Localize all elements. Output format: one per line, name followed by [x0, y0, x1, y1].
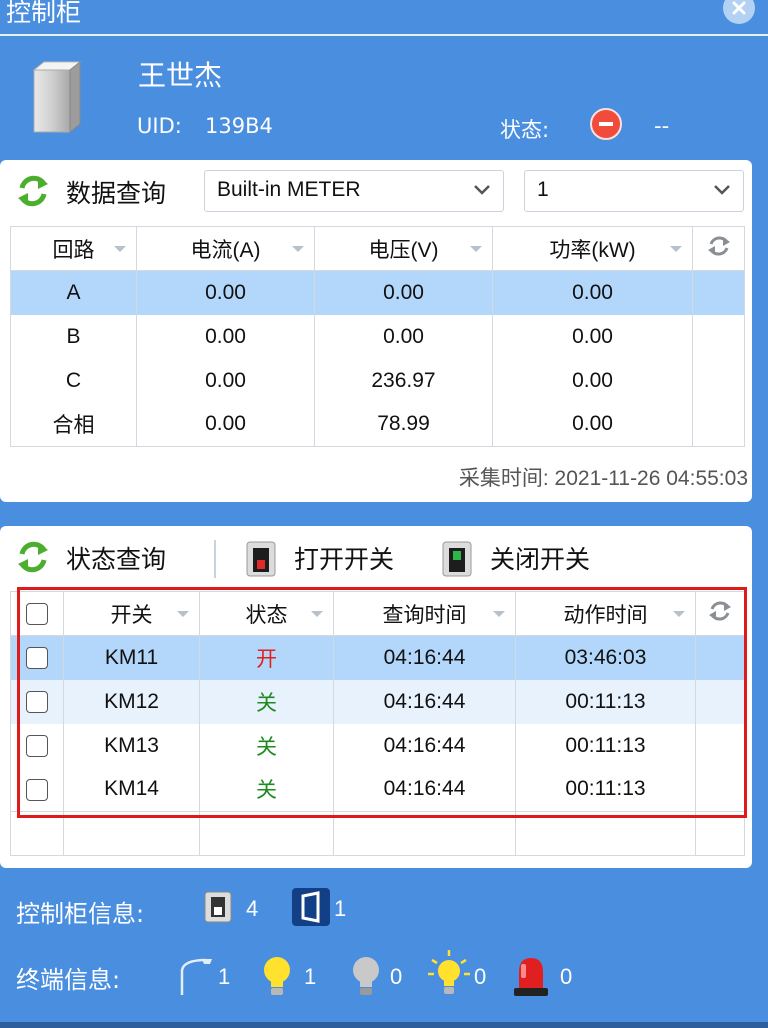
empty-row	[10, 811, 745, 856]
lamp-bright-icon	[428, 950, 470, 994]
door-count: 1	[334, 896, 347, 921]
toolbar-divider	[214, 540, 216, 578]
column-header[interactable]: 状态	[199, 591, 334, 636]
row-checkbox[interactable]	[26, 690, 48, 713]
table-refresh-button[interactable]	[692, 226, 745, 271]
row-checkbox[interactable]	[26, 778, 48, 801]
switch-state: 关	[199, 767, 334, 812]
select-all-checkbox[interactable]	[10, 591, 64, 636]
open-switch-label: 打开开关	[294, 545, 395, 574]
window-title: 控制柜	[6, 0, 82, 27]
column-header[interactable]: 电流(A)	[136, 226, 315, 271]
lamp-off-icon	[353, 957, 379, 995]
lamp-on-icon	[264, 957, 290, 995]
table-row[interactable]: KM13 关 04:16:44 00:11:13	[10, 723, 745, 768]
row-checkbox[interactable]	[26, 647, 48, 670]
table-refresh-button[interactable]	[695, 591, 745, 636]
meter-index-value: 1	[537, 178, 549, 201]
lamp-off-count: 0	[390, 964, 403, 989]
terminal-info-label: 终端信息:	[16, 966, 121, 994]
switch-state: 关	[199, 679, 334, 724]
status-label: 状态:	[500, 118, 550, 142]
table-row[interactable]: 合相 0.00 78.99 0.00	[10, 402, 745, 447]
switch-status-table: 开关 状态 查询时间 动作时间 KM11 开 04:16:44 03:46:03…	[10, 591, 745, 856]
title-bar: 控制柜	[0, 0, 768, 36]
lamp-on-count: 1	[304, 964, 317, 989]
refresh-icon	[709, 601, 731, 620]
column-header[interactable]: 开关	[63, 591, 200, 636]
switch-off-icon	[442, 541, 472, 577]
alarm-count: 0	[560, 964, 573, 989]
alarm-light-icon	[514, 958, 548, 996]
chevron-down-icon	[474, 185, 490, 195]
table-row[interactable]: KM11 开 04:16:44 03:46:03	[10, 635, 745, 680]
status-query-title: 状态查询	[66, 545, 167, 574]
refresh-icon[interactable]	[16, 172, 50, 214]
meter-index-select[interactable]: 1	[524, 170, 744, 212]
uid-label: UID:	[137, 114, 182, 138]
table-row[interactable]: C 0.00 236.97 0.00	[10, 358, 745, 403]
refresh-icon	[707, 236, 730, 255]
lamp-pole-icon	[180, 958, 212, 995]
table-row[interactable]: KM12 关 04:16:44 00:11:13	[10, 679, 745, 724]
uid-value: 139B4	[205, 114, 273, 138]
column-header[interactable]: 动作时间	[515, 591, 696, 636]
collect-time: 采集时间: 2021-11-26 04:55:03	[458, 467, 748, 490]
data-query-title: 数据查询	[66, 179, 167, 208]
switch-count: 4	[246, 896, 259, 921]
door-icon	[292, 888, 330, 926]
table-row[interactable]: A 0.00 0.00 0.00	[10, 270, 745, 315]
switch-state: 关	[199, 723, 334, 768]
meter-select-value: Built-in METER	[217, 178, 361, 201]
close-icon[interactable]	[723, 0, 755, 24]
meter-table: 回路 电流(A) 电压(V) 功率(kW) A 0.00 0.00 0.00 B 0.0…	[10, 226, 745, 447]
status-value: --	[654, 114, 670, 138]
switch-icon	[204, 891, 232, 923]
lamp-bright-count: 0	[474, 964, 487, 989]
lamp-pole-count: 1	[218, 964, 231, 989]
column-header[interactable]: 功率(kW)	[492, 226, 693, 271]
switch-on-icon	[246, 541, 276, 577]
table-row[interactable]: KM14 关 04:16:44 00:11:13	[10, 767, 745, 812]
column-header[interactable]: 查询时间	[333, 591, 516, 636]
offline-status-icon	[590, 108, 622, 140]
cabinet-info-label: 控制柜信息:	[16, 900, 145, 928]
column-header[interactable]: 电压(V)	[314, 226, 493, 271]
chevron-down-icon	[714, 185, 730, 195]
close-switch-label: 关闭开关	[490, 545, 591, 574]
column-header[interactable]: 回路	[10, 226, 137, 271]
refresh-icon[interactable]	[16, 538, 50, 580]
meter-select[interactable]: Built-in METER	[204, 170, 504, 212]
row-checkbox[interactable]	[26, 734, 48, 757]
cabinet-icon	[30, 60, 82, 138]
switch-state: 开	[199, 635, 334, 680]
bottom-border	[0, 1022, 768, 1028]
cabinet-name: 王世杰	[138, 59, 223, 92]
table-row[interactable]: B 0.00 0.00 0.00	[10, 314, 745, 359]
